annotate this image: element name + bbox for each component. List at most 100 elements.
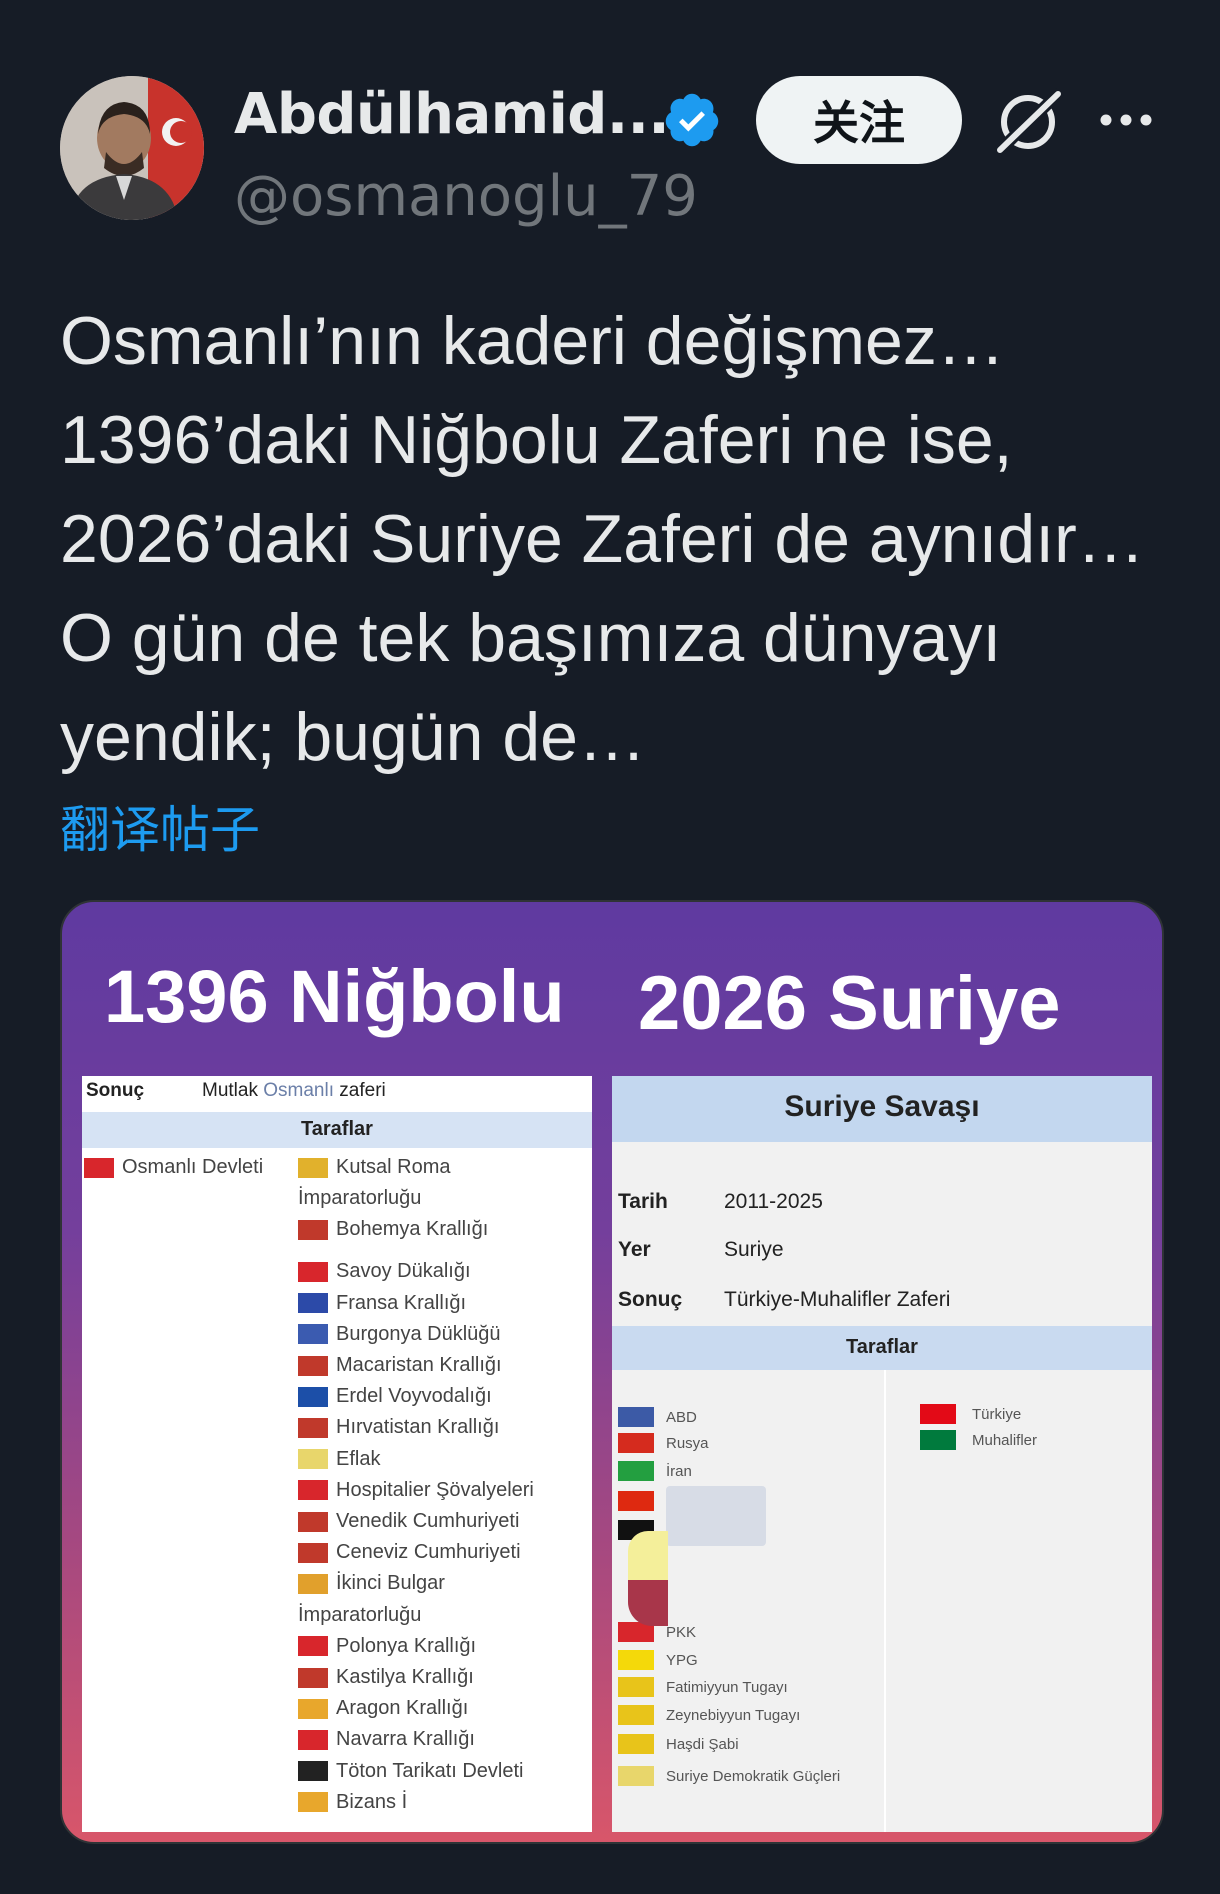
flag-icon [618, 1766, 654, 1786]
sides-divider [884, 1370, 886, 1832]
left-result-prefix: Mutlak [202, 1080, 264, 1101]
left-side-b-item: Savoy Dükalığı [298, 1260, 471, 1283]
left-side-a-item: Osmanlı Devleti [84, 1156, 263, 1179]
left-side-b-item: Eflak [298, 1448, 380, 1471]
more-icon[interactable] [1098, 104, 1154, 136]
right-side-a-item: Haşdi Şabi [666, 1736, 739, 1753]
flag-icon [618, 1705, 654, 1725]
left-side-b-item: İkinci Bulgar [298, 1572, 445, 1595]
left-side-b-item: Macaristan Krallığı [298, 1354, 502, 1377]
translate-post-link[interactable]: 翻译帖子 [60, 790, 260, 862]
right-side-b-item: Türkiye [972, 1406, 1022, 1423]
tweet-line: Osmanlı’nın kaderi değişmez… [60, 303, 1005, 379]
flag-icon [298, 1511, 328, 1532]
blurred-region [666, 1486, 766, 1546]
flag-icon [298, 1542, 328, 1563]
left-side-b-item: Fransa Krallığı [298, 1292, 466, 1315]
left-side-b-item: Navarra Krallığı [298, 1728, 475, 1751]
left-side-b-item: Burgonya Düklüğü [298, 1323, 501, 1346]
left-result-link: Osmanlı [263, 1080, 334, 1101]
flag-icon [618, 1677, 654, 1697]
left-side-b-item: Ceneviz Cumhuriyeti [298, 1541, 521, 1564]
left-side-b-item: Aragon Krallığı [298, 1697, 468, 1720]
right-side-a-item: ABD [666, 1409, 697, 1426]
right-side-a-item: Fatimiyyun Tugayı [666, 1679, 788, 1696]
right-side-a-item: İran [666, 1463, 692, 1480]
right-side-a-item: Suriye Demokratik Güçleri [666, 1768, 841, 1785]
left-side-b-item: Bizans İ [298, 1791, 407, 1814]
left-side-b-item: Hırvatistan Krallığı [298, 1416, 499, 1439]
result-value: Türkiye-Muhalifler Zaferi [724, 1288, 951, 1311]
tweet-line: 2026’daki Suriye Zaferi de aynıdır… [60, 501, 1145, 577]
flag-icon [298, 1261, 328, 1282]
left-side-b-item: Venedik Cumhuriyeti [298, 1510, 519, 1533]
flag-icon [298, 1761, 328, 1782]
verified-badge-icon [665, 93, 719, 147]
flag-icon [298, 1792, 328, 1813]
flag-icon [298, 1449, 328, 1470]
right-side-b-item: Muhalifler [972, 1432, 1038, 1449]
flag-icon [298, 1480, 328, 1501]
ottoman-flag-icon [84, 1157, 114, 1178]
left-result-value: Mutlak Osmanlı zaferi [202, 1080, 386, 1102]
left-side-b-item: İmparatorluğu [298, 1603, 422, 1626]
left-side-b-item: Hospitalier Şövalyeleri [298, 1479, 534, 1502]
flag-icon [298, 1324, 328, 1345]
flag-icon [618, 1491, 654, 1511]
flag-icon [298, 1729, 328, 1750]
avatar-photo [60, 76, 204, 220]
flag-icon [618, 1433, 654, 1453]
right-side-a-item: YPG [666, 1652, 698, 1669]
left-infobox: Sonuç Mutlak Osmanlı zaferi Taraflar Osm… [82, 1076, 592, 1832]
flag-icon [298, 1219, 328, 1240]
left-side-b-item: Töton Tarikatı Devleti [298, 1760, 524, 1783]
tweet-line: O gün de tek başımıza dünyayı [60, 600, 1002, 676]
left-side-b-item: İmparatorluğu [298, 1187, 422, 1210]
left-sides-header: Taraflar [301, 1118, 373, 1140]
flag-icon [298, 1355, 328, 1376]
author-handle[interactable]: @osmanoglu_79 [234, 164, 698, 229]
flag-icon [298, 1157, 328, 1178]
flag-icon [618, 1461, 654, 1481]
tweet-text: Osmanlı’nın kaderi değişmez… 1396’daki N… [60, 292, 1170, 787]
left-media-title: 1396 Niğbolu [104, 955, 565, 1038]
flag-icon [618, 1734, 654, 1754]
author-name[interactable]: Abdülhamid... [234, 82, 670, 147]
result-key: Sonuç [618, 1288, 683, 1311]
tweet-line: yendik; bugün de… [60, 699, 646, 775]
left-side-b-item: Kastilya Krallığı [298, 1666, 474, 1689]
flag-icon [298, 1573, 328, 1594]
place-value: Suriye [724, 1238, 784, 1261]
place-key: Yer [618, 1238, 651, 1261]
follow-button[interactable]: 关注 [756, 76, 962, 164]
right-side-a-item: Rusya [666, 1435, 709, 1452]
avatar[interactable] [60, 76, 204, 220]
left-side-b-item: Erdel Voyvodalığı [298, 1385, 492, 1408]
right-side-a-item: PKK [666, 1624, 697, 1641]
flag-icon [618, 1407, 654, 1427]
flag-icon [298, 1293, 328, 1314]
flag-icon [618, 1650, 654, 1670]
flag-icon [298, 1667, 328, 1688]
tweet-media-image[interactable]: 1396 Niğbolu 2026 Suriye Sonuç Mutlak Os… [60, 900, 1164, 1844]
left-side-b-item: Kutsal Roma [298, 1156, 451, 1179]
flag-icon [298, 1386, 328, 1407]
grok-icon[interactable] [990, 86, 1066, 156]
flag-icon [298, 1636, 328, 1657]
flag-icon [920, 1404, 956, 1424]
right-side-a-item: Zeynebiyyun Tugayı [666, 1707, 801, 1724]
tweet-line: 1396’daki Niğbolu Zaferi ne ise, [60, 402, 1013, 478]
left-side-b-item: Polonya Krallığı [298, 1635, 476, 1658]
blurred-region [628, 1580, 668, 1626]
left-result-suffix: zaferi [334, 1080, 386, 1101]
left-result-key: Sonuç [86, 1080, 145, 1101]
flag-icon [298, 1698, 328, 1719]
date-value: 2011-2025 [724, 1190, 823, 1213]
left-side-b-item: Bohemya Krallığı [298, 1218, 488, 1241]
flag-icon [298, 1417, 328, 1438]
flag-icon [920, 1430, 956, 1450]
date-key: Tarih [618, 1190, 668, 1213]
right-infobox: Suriye Savaşı Tarih 2011-2025 Yer Suriye… [612, 1076, 1152, 1832]
right-media-title: 2026 Suriye [638, 961, 1061, 1046]
right-infobox-title: Suriye Savaşı [784, 1090, 980, 1123]
